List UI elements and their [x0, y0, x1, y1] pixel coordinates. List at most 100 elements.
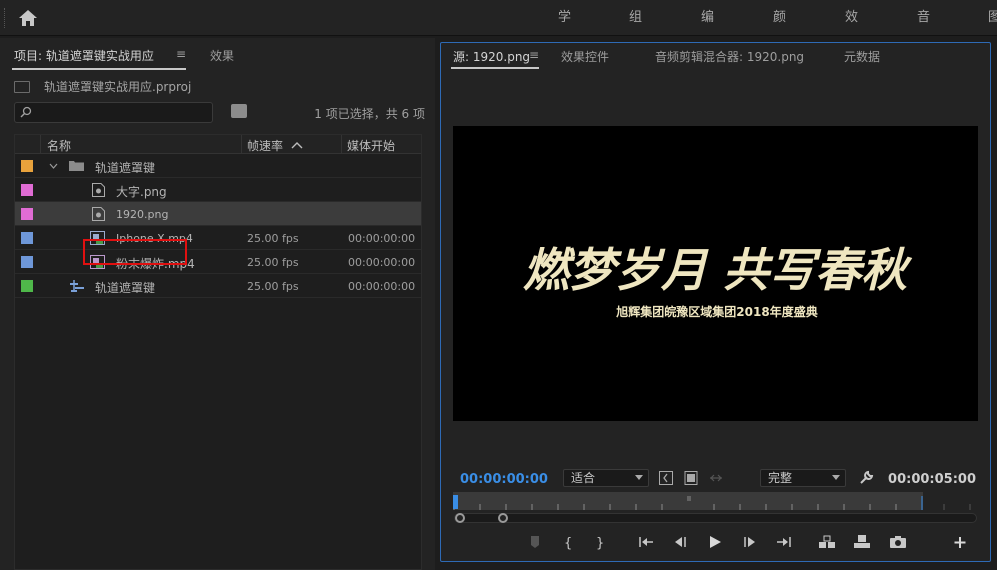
ruler-extension	[923, 492, 978, 510]
column-header-fps[interactable]: 帧速率	[247, 137, 283, 154]
marker-icon[interactable]	[526, 534, 544, 550]
tab-project[interactable]: 项目: 轨道遮罩键实战用应	[14, 47, 154, 64]
list-header: 名称 帧速率 媒体开始	[15, 135, 421, 154]
project-file-icon	[14, 80, 30, 93]
search-icon	[20, 106, 32, 118]
scrollbar-right-handle[interactable]	[498, 513, 508, 523]
project-panel-tabs: 项目: 轨道遮罩键实战用应 ≡ 效果	[0, 38, 435, 72]
zoom-value: 适合	[571, 471, 596, 485]
project-file: 轨道遮罩键实战用应.prproj	[14, 78, 191, 95]
image-file-icon	[92, 207, 105, 221]
item-name: 1920.png	[116, 208, 169, 221]
label-color-swatch[interactable]	[21, 256, 33, 268]
find-icon[interactable]	[231, 104, 247, 118]
active-tab-underline	[12, 68, 186, 70]
preview-subtitle-text: 旭辉集团皖豫区域集团2018年度盛典	[615, 304, 817, 319]
label-color-swatch[interactable]	[21, 232, 33, 244]
item-fps: 25.00 fps	[247, 280, 299, 293]
ruler-ticks	[453, 496, 923, 510]
svg-text:}: }	[596, 536, 604, 550]
project-panel: 项目: 轨道遮罩键实战用应 ≡ 效果 轨道遮罩键实战用应.prproj 1 项已…	[0, 38, 435, 570]
resolution-value: 完整	[768, 471, 793, 485]
project-item-list: 名称 帧速率 媒体开始 轨道遮罩键 大字.png 1920.png Iphone…	[14, 134, 422, 570]
column-divider	[241, 135, 242, 154]
bracket-icon[interactable]	[659, 471, 673, 485]
list-item[interactable]: 轨道遮罩键	[15, 154, 421, 178]
panel-menu-icon[interactable]: ≡	[176, 47, 186, 61]
mark-out-icon[interactable]: }	[591, 534, 609, 550]
zoom-select[interactable]: 适合	[563, 469, 649, 487]
column-divider	[40, 135, 41, 154]
panel-grip[interactable]	[4, 8, 6, 28]
list-item[interactable]: Iphone X.mp4 25.00 fps 00:00:00:00	[15, 226, 421, 250]
playhead[interactable]	[453, 495, 458, 509]
preview-title-text: 燃梦岁月 共写春秋	[523, 243, 913, 297]
tab-source[interactable]: 源: 1920.png	[453, 48, 530, 65]
zoom-scrollbar[interactable]	[454, 513, 977, 523]
home-icon[interactable]	[18, 9, 38, 27]
chevron-down-icon[interactable]	[49, 163, 58, 169]
label-color-swatch[interactable]	[21, 208, 33, 220]
column-header-name[interactable]: 名称	[47, 137, 71, 154]
tab-metadata[interactable]: 元数据	[844, 48, 880, 65]
go-to-out-icon[interactable]	[775, 534, 793, 550]
play-icon[interactable]	[706, 534, 724, 550]
insert-icon[interactable]	[818, 534, 836, 550]
item-name: 轨道遮罩键	[95, 161, 156, 175]
current-timecode[interactable]: 00:00:00:00	[460, 472, 548, 487]
tab-effects[interactable]: 效果	[210, 47, 234, 64]
chevron-down-icon	[832, 475, 840, 480]
item-fps: 25.00 fps	[247, 256, 299, 269]
insert-overlay-icon[interactable]	[709, 471, 723, 485]
folder-icon	[69, 161, 84, 171]
column-header-media-start[interactable]: 媒体开始	[347, 137, 395, 154]
add-button-icon[interactable]	[951, 534, 969, 550]
item-fps: 25.00 fps	[247, 232, 299, 245]
film-settings-icon[interactable]	[684, 471, 698, 485]
camera-icon[interactable]	[889, 534, 907, 550]
image-file-icon	[92, 183, 105, 197]
step-back-icon[interactable]	[671, 534, 689, 550]
label-color-swatch[interactable]	[21, 160, 33, 172]
video-preview[interactable]: 燃梦岁月 共写春秋 旭辉集团皖豫区域集团2018年度盛典	[453, 126, 978, 421]
sequence-icon	[70, 280, 84, 292]
preview-frame: 燃梦岁月 共写春秋 旭辉集团皖豫区域集团2018年度盛典	[523, 243, 913, 319]
workspace-bar: 学习 组件 编辑 颜色 效果 音频 图	[0, 0, 997, 61]
selection-highlight-box	[83, 239, 187, 265]
chevron-down-icon	[635, 475, 643, 480]
selection-count: 1 项已选择，共 6 项	[314, 107, 425, 121]
list-item[interactable]: 粉末爆炸.mp4 25.00 fps 00:00:00:00	[15, 250, 421, 274]
playback-resolution-select[interactable]: 完整	[760, 469, 846, 487]
list-item[interactable]: 轨道遮罩键 25.00 fps 00:00:00:00	[15, 274, 421, 298]
time-ruler[interactable]	[453, 492, 923, 510]
scrollbar-left-handle[interactable]	[455, 513, 465, 523]
column-divider	[341, 135, 342, 154]
ruler-ticks	[943, 504, 971, 510]
sort-ascending-icon[interactable]	[291, 141, 303, 149]
item-media-start: 00:00:00:00	[348, 232, 416, 245]
duration-timecode: 00:00:05:00	[888, 472, 976, 487]
item-media-start: 00:00:00:00	[348, 256, 416, 269]
source-panel-tabs: 源: 1920.png ≡ 效果控件 音频剪辑混合器: 1920.png 元数据	[441, 43, 990, 77]
go-to-in-icon[interactable]	[637, 534, 655, 550]
project-file-name: 轨道遮罩键实战用应.prproj	[44, 80, 192, 94]
workspace-tab-graphics[interactable]: 图	[988, 0, 997, 36]
active-tab-underline	[451, 67, 539, 69]
wrench-icon[interactable]	[859, 470, 874, 485]
search-input[interactable]	[14, 102, 213, 123]
mark-in-icon[interactable]: {	[559, 534, 577, 550]
step-forward-icon[interactable]	[741, 534, 759, 550]
label-color-swatch[interactable]	[21, 184, 33, 196]
tab-effect-controls[interactable]: 效果控件	[561, 48, 609, 65]
panel-menu-icon[interactable]: ≡	[529, 48, 539, 62]
list-item[interactable]: 大字.png	[15, 178, 421, 202]
svg-text:{: {	[564, 536, 572, 550]
label-color-swatch[interactable]	[21, 280, 33, 292]
item-media-start: 00:00:00:00	[348, 280, 416, 293]
tab-audio-clip-mixer[interactable]: 音频剪辑混合器: 1920.png	[655, 48, 804, 65]
overwrite-icon[interactable]	[853, 534, 871, 550]
item-name: 轨道遮罩键	[95, 281, 156, 295]
source-monitor-panel: 源: 1920.png ≡ 效果控件 音频剪辑混合器: 1920.png 元数据…	[440, 42, 991, 562]
list-item-selected[interactable]: 1920.png	[15, 202, 421, 226]
item-name: 大字.png	[116, 185, 167, 199]
